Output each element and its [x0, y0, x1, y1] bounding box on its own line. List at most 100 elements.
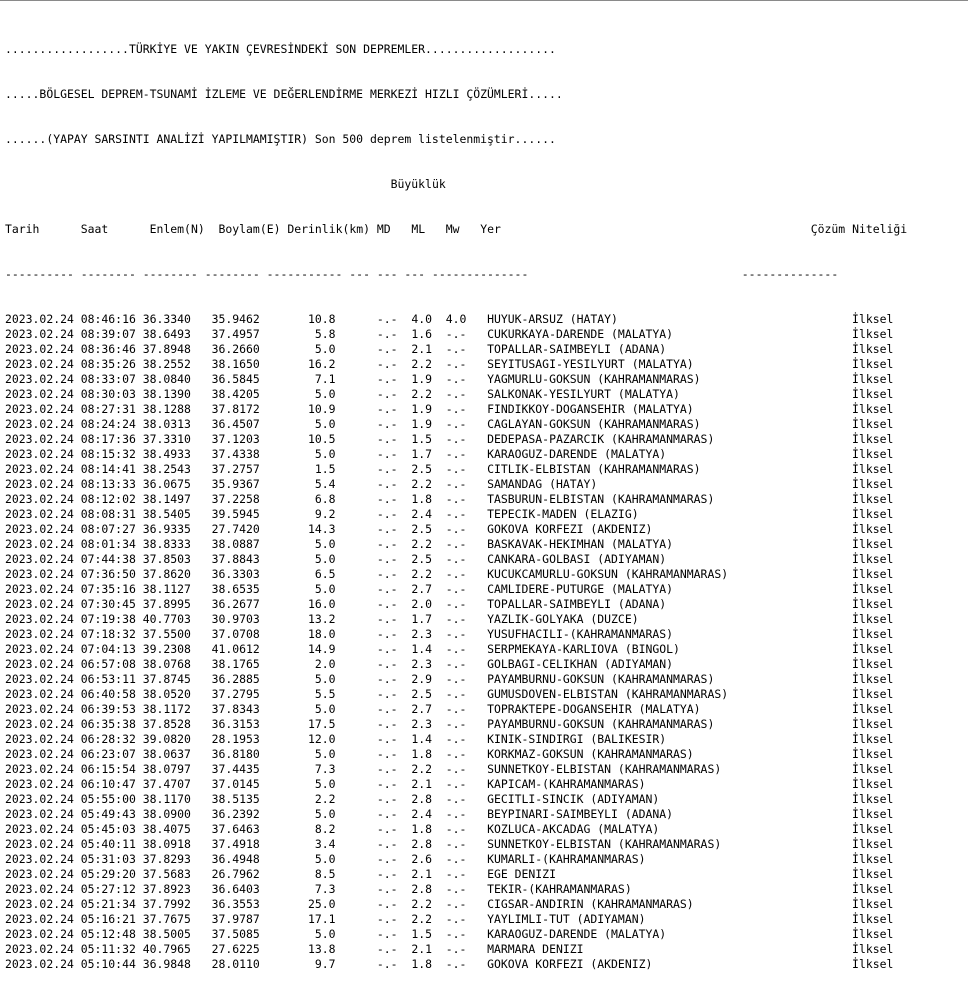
- cell-md: -.-: [335, 702, 398, 716]
- cell-tarih: 2023.02.24: [5, 327, 81, 341]
- table-row: 2023.02.24 06:53:11 37.8745 36.2885 5.0 …: [5, 672, 965, 687]
- cell-mw: -.-: [432, 507, 467, 521]
- cell-ml: 2.2: [397, 912, 432, 926]
- cell-tarih: 2023.02.24: [5, 867, 81, 881]
- cell-tarih: 2023.02.24: [5, 537, 81, 551]
- cell-yer: CITLIK-ELBISTAN (KAHRAMANMARAS): [466, 462, 818, 476]
- cell-tarih: 2023.02.24: [5, 462, 81, 476]
- cell-ml: 2.8: [397, 882, 432, 896]
- cell-boylam: 27.6225: [211, 942, 281, 956]
- table-row: 2023.02.24 08:33:07 38.0840 36.5845 7.1 …: [5, 372, 965, 387]
- cell-ml: 2.2: [397, 537, 432, 551]
- cell-saat: 06:10:47: [80, 777, 143, 791]
- cell-enlem: 40.7703: [142, 612, 212, 626]
- cell-cozum: İlksel: [817, 417, 894, 431]
- cell-derinlik: 6.5: [280, 567, 336, 581]
- column-header-yer: Yer: [480, 222, 811, 236]
- cell-boylam: 37.4918: [211, 837, 281, 851]
- cell-derinlik: 9.2: [280, 507, 336, 521]
- table-row: 2023.02.24 08:30:03 38.1390 38.4205 5.0 …: [5, 387, 965, 402]
- cell-cozum: İlksel: [817, 327, 894, 341]
- cell-boylam: 36.8180: [211, 747, 281, 761]
- cell-ml: 1.7: [397, 447, 432, 461]
- cell-enlem: 37.5683: [142, 867, 212, 881]
- cell-boylam: 30.9703: [211, 612, 281, 626]
- cell-md: -.-: [335, 657, 398, 671]
- cell-mw: -.-: [432, 807, 467, 821]
- cell-md: -.-: [335, 597, 398, 611]
- cell-cozum: İlksel: [817, 582, 894, 596]
- cell-saat: 08:13:33: [80, 477, 143, 491]
- cell-boylam: 39.5945: [211, 507, 281, 521]
- cell-tarih: 2023.02.24: [5, 552, 81, 566]
- cell-derinlik: 5.0: [280, 927, 336, 941]
- cell-enlem: 39.2308: [142, 642, 212, 656]
- table-row: 2023.02.24 05:49:43 38.0900 36.2392 5.0 …: [5, 807, 965, 822]
- cell-ml: 1.9: [397, 402, 432, 416]
- cell-saat: 05:31:03: [80, 852, 143, 866]
- cell-md: -.-: [335, 942, 398, 956]
- table-row: 2023.02.24 07:18:32 37.5500 37.0708 18.0…: [5, 627, 965, 642]
- cell-enlem: 39.0820: [142, 732, 212, 746]
- cell-yer: SUNNETKOY-ELBISTAN (KAHRAMANMARAS): [466, 837, 818, 851]
- cell-ml: 2.2: [397, 762, 432, 776]
- cell-saat: 07:35:16: [80, 582, 143, 596]
- cell-derinlik: 7.1: [280, 372, 336, 386]
- cell-yer: GOLBAGI-CELIKHAN (ADIYAMAN): [466, 657, 818, 671]
- cell-ml: 2.1: [397, 777, 432, 791]
- cell-ml: 2.3: [397, 657, 432, 671]
- cell-cozum: İlksel: [817, 357, 894, 371]
- cell-saat: 08:17:36: [80, 432, 143, 446]
- table-row: 2023.02.24 08:46:16 36.3340 35.9462 10.8…: [5, 312, 965, 327]
- cell-boylam: 37.9787: [211, 912, 281, 926]
- cell-ml: 1.4: [397, 732, 432, 746]
- cell-enlem: 38.1170: [142, 792, 212, 806]
- table-row: 2023.02.24 07:04:13 39.2308 41.0612 14.9…: [5, 642, 965, 657]
- cell-enlem: 38.1497: [142, 492, 212, 506]
- cell-md: -.-: [335, 567, 398, 581]
- cell-md: -.-: [335, 957, 398, 971]
- cell-mw: -.-: [432, 612, 467, 626]
- cell-boylam: 38.1765: [211, 657, 281, 671]
- cell-yer: DEDEPASA-PAZARCIK (KAHRAMANMARAS): [466, 432, 818, 446]
- cell-md: -.-: [335, 687, 398, 701]
- cell-cozum: İlksel: [817, 957, 894, 971]
- cell-derinlik: 5.0: [280, 672, 336, 686]
- cell-derinlik: 5.0: [280, 702, 336, 716]
- header-line-1: ..................TÜRKİYE VE YAKIN ÇEVRE…: [5, 42, 556, 56]
- cell-boylam: 37.8172: [211, 402, 281, 416]
- cell-md: -.-: [335, 447, 398, 461]
- table-row: 2023.02.24 08:24:24 38.0313 36.4507 5.0 …: [5, 417, 965, 432]
- cell-cozum: İlksel: [817, 687, 894, 701]
- cell-md: -.-: [335, 582, 398, 596]
- cell-mw: -.-: [432, 642, 467, 656]
- cell-tarih: 2023.02.24: [5, 912, 81, 926]
- cell-mw: -.-: [432, 957, 467, 971]
- cell-saat: 07:36:50: [80, 567, 143, 581]
- cell-yer: CAGLAYAN-GOKSUN (KAHRAMANMARAS): [466, 417, 818, 431]
- column-header-derinlik: Derinlik(km): [287, 222, 377, 236]
- cell-saat: 05:55:00: [80, 792, 143, 806]
- cell-derinlik: 5.0: [280, 342, 336, 356]
- cell-boylam: 36.5845: [211, 372, 281, 386]
- column-header-enlem: Enlem(N): [149, 222, 219, 236]
- cell-ml: 2.7: [397, 702, 432, 716]
- cell-saat: 06:40:58: [80, 687, 143, 701]
- cell-md: -.-: [335, 432, 398, 446]
- cell-mw: -.-: [432, 462, 467, 476]
- table-row: 2023.02.24 07:44:38 37.8503 37.8843 5.0 …: [5, 552, 965, 567]
- table-row: 2023.02.24 05:29:20 37.5683 26.7962 8.5 …: [5, 867, 965, 882]
- cell-md: -.-: [335, 867, 398, 881]
- cell-tarih: 2023.02.24: [5, 807, 81, 821]
- cell-enlem: 37.7992: [142, 897, 212, 911]
- cell-mw: -.-: [432, 942, 467, 956]
- cell-mw: -.-: [432, 717, 467, 731]
- cell-saat: 06:53:11: [80, 672, 143, 686]
- cell-saat: 05:45:03: [80, 822, 143, 836]
- cell-mw: -.-: [432, 327, 467, 341]
- cell-ml: 1.5: [397, 432, 432, 446]
- header-underline-row: ---------- -------- -------- -------- --…: [5, 267, 965, 282]
- cell-enlem: 37.8503: [142, 552, 212, 566]
- cell-yer: MARMARA DENIZI: [466, 942, 818, 956]
- cell-cozum: İlksel: [817, 477, 894, 491]
